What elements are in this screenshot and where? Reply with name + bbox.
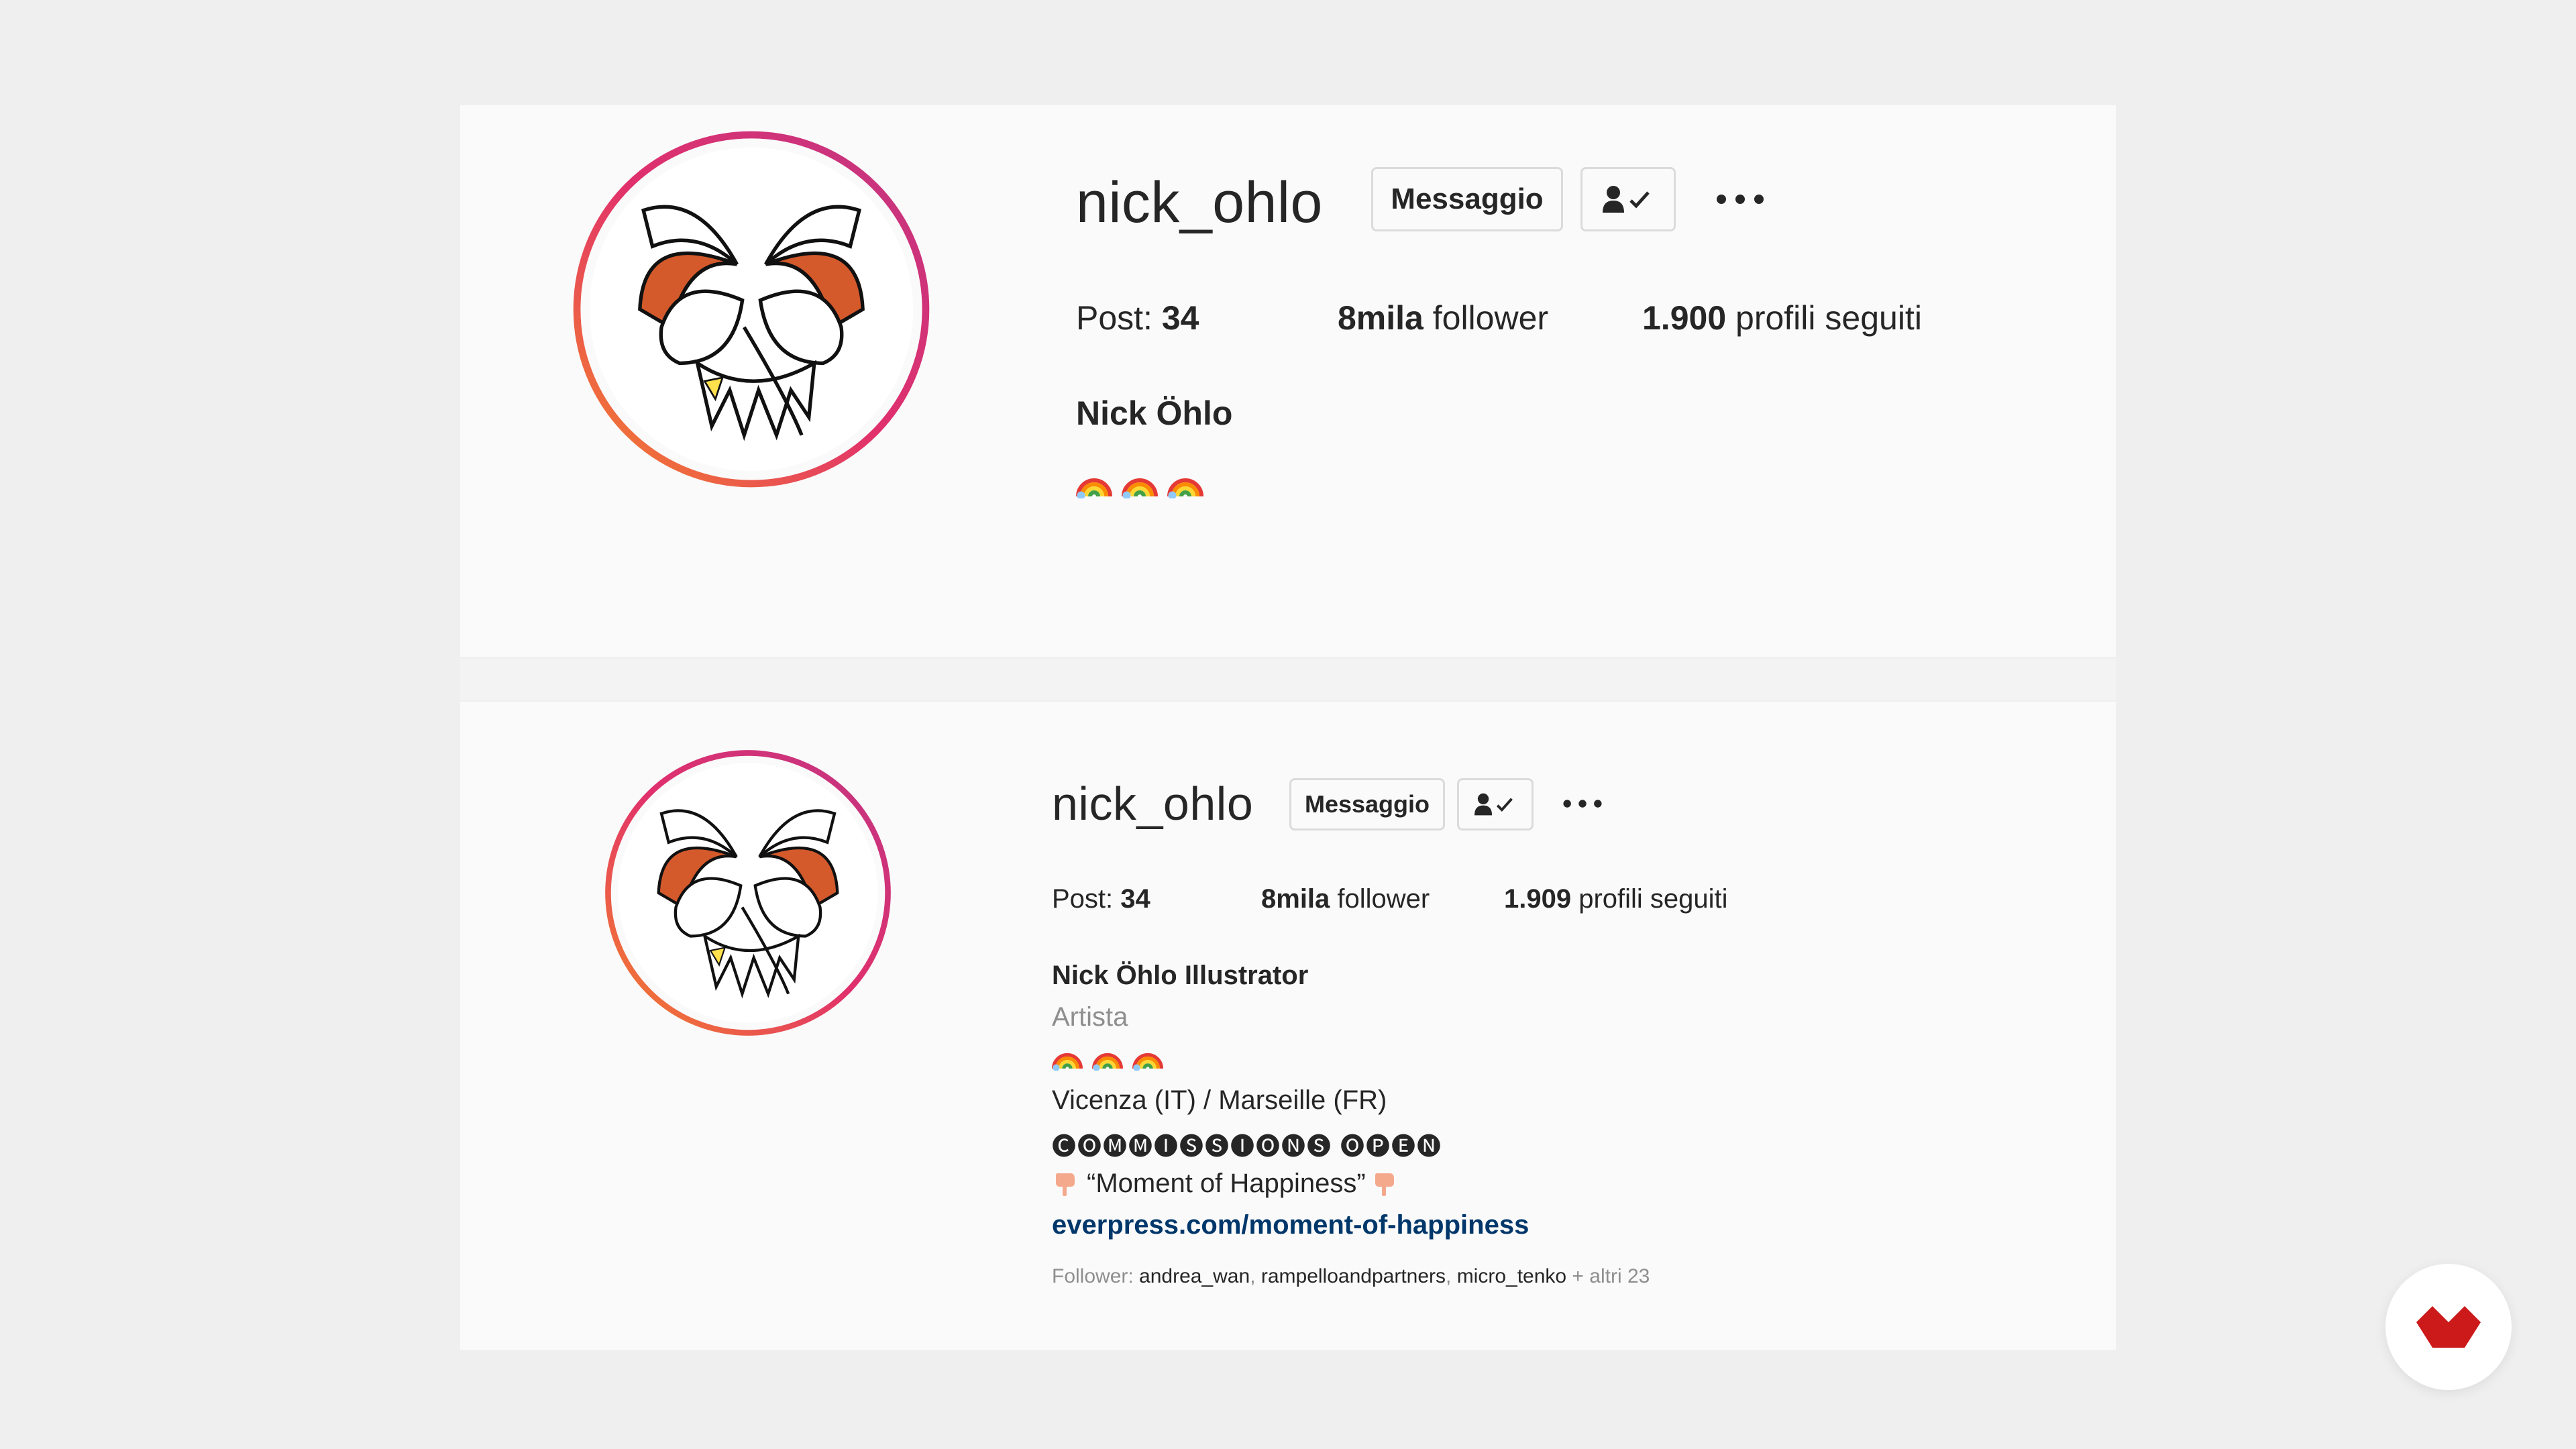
followers-count[interactable]: 8mila follower [1338,299,1548,337]
following-label: profili seguiti [1726,299,1922,337]
followed-by-others: + altri 23 [1566,1265,1650,1287]
followed-by-user[interactable]: rampelloandpartners [1261,1265,1446,1287]
backhand-index-pointing-down-icon [1375,1173,1394,1196]
profile-username: nick_ohlo [1076,170,1323,235]
rainbow-icon [1132,1053,1163,1071]
followers-value: 8mila [1261,884,1330,914]
bio-emoji-row [1052,1042,1173,1071]
followed-by[interactable]: Follower: andrea_wan, rampelloandpartner… [1052,1265,1650,1288]
profile-username: nick_ohlo [1052,777,1254,830]
bio-website-link[interactable]: everpress.com/moment-of-happiness [1052,1210,1529,1240]
avatar-illustration [605,750,891,1036]
followers-label: follower [1423,299,1549,337]
posts-count[interactable]: Post: 34 [1052,884,1150,914]
posts-value: 34 [1120,884,1150,914]
following-label: profili seguiti [1571,884,1728,914]
rainbow-icon [1122,478,1158,498]
separator: , [1446,1265,1457,1287]
followers-value: 8mila [1338,299,1424,337]
more-horizontal-icon [1563,800,1602,808]
bio-emoji-row [1076,466,1213,498]
profile-full-name: Nick Öhlo Illustrator [1052,961,1309,990]
message-button[interactable]: Messaggio [1371,167,1563,231]
rainbow-icon [1167,478,1203,498]
following-button[interactable] [1580,167,1676,231]
followed-by-user[interactable]: andrea_wan [1139,1265,1250,1287]
bio-moment-text: “Moment of Happiness” [1087,1169,1366,1198]
backhand-index-pointing-down-icon [1056,1173,1075,1196]
profile-category: Artista [1052,1002,1128,1032]
rainbow-icon [1076,478,1112,498]
panel-separator [460,659,2116,700]
bio-moment-line: “Moment of Happiness” [1052,1169,1398,1199]
avatar-illustration [573,131,930,488]
profile-avatar[interactable] [604,749,892,1037]
profile-full-name: Nick Öhlo [1076,394,1233,432]
person-check-icon [1603,186,1650,213]
followers-count[interactable]: 8mila follower [1261,884,1430,914]
bio-commissions: 🅒🅞🅜🅜🅘🅢🅢🅘🅞🅝🅢 🅞🅟🅔🅝 [1052,1132,1443,1160]
separator: , [1250,1265,1261,1287]
rainbow-icon [1052,1053,1083,1071]
following-count[interactable]: 1.909 profili seguiti [1504,884,1728,914]
message-button[interactable]: Messaggio [1289,778,1445,830]
more-options-button[interactable] [1715,184,1766,214]
profile-header-bottom: nick_ohlo Messaggio Post: 34 8mila follo… [460,702,2116,1350]
posts-value: 34 [1161,299,1199,337]
profile-header-top: nick_ohlo Messaggio Post: 34 8mila follo… [460,105,2116,657]
more-horizontal-icon [1717,195,1764,204]
corner-logo-badge [2385,1264,2512,1390]
bio-location: Vicenza (IT) / Marseille (FR) [1052,1085,1387,1115]
following-count[interactable]: 1.900 profili seguiti [1642,299,1922,337]
following-value: 1.900 [1642,299,1727,337]
followed-by-label: Follower: [1052,1265,1140,1287]
person-check-icon [1474,793,1513,816]
following-value: 1.909 [1504,884,1572,914]
posts-label: Post: [1052,884,1121,914]
posts-label: Post: [1076,299,1162,337]
rainbow-icon [1092,1053,1123,1071]
following-button[interactable] [1457,778,1534,830]
red-heart-logo-icon [2416,1306,2481,1348]
followed-by-user[interactable]: micro_tenko [1457,1265,1566,1287]
more-options-button[interactable] [1562,792,1603,816]
posts-count[interactable]: Post: 34 [1076,299,1199,337]
profile-avatar[interactable] [572,129,931,489]
followers-label: follower [1330,884,1430,914]
